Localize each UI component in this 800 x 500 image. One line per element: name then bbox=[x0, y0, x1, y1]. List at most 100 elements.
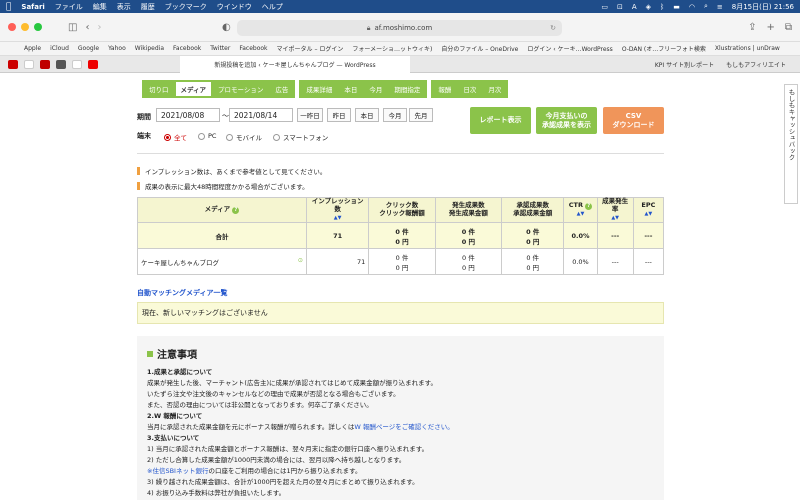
zoom-button[interactable] bbox=[34, 23, 42, 31]
quick-last-month[interactable]: 先月 bbox=[409, 108, 433, 122]
date-from-input[interactable]: 2021/08/08 bbox=[156, 108, 220, 122]
favorite-google[interactable]: Google bbox=[78, 45, 99, 52]
bluetooth-icon[interactable]: ᛒ bbox=[660, 3, 664, 11]
menu-view[interactable]: 表示 bbox=[117, 2, 131, 12]
sbi-bank-link[interactable]: ※住信SBIネット銀行 bbox=[147, 467, 208, 475]
calendar-tab-icon[interactable] bbox=[56, 59, 66, 69]
report-button[interactable]: レポート表示 bbox=[470, 107, 531, 134]
nav-result-detail[interactable]: 成果詳細 bbox=[301, 82, 338, 96]
quick-today[interactable]: 本日 bbox=[355, 108, 379, 122]
screen-icon[interactable]: ▭ bbox=[601, 3, 608, 11]
privacy-shield-icon[interactable]: ◐ bbox=[222, 22, 231, 33]
menu-safari[interactable]: Safari bbox=[21, 3, 44, 11]
help-icon[interactable]: ? bbox=[585, 203, 593, 211]
quick-yesterday[interactable]: 昨日 bbox=[327, 108, 351, 122]
reload-icon[interactable]: ↻ bbox=[550, 24, 556, 32]
window-controls bbox=[8, 23, 42, 31]
menu-bookmarks[interactable]: ブックマーク bbox=[165, 2, 207, 12]
help-icon[interactable]: ? bbox=[232, 207, 240, 214]
sort-icon[interactable]: ▲▼ bbox=[334, 215, 342, 221]
favorite-wordpress-login[interactable]: ログイン ‹ ケーキ…WordPress bbox=[527, 44, 612, 53]
nav-reward[interactable]: 報酬 bbox=[433, 82, 457, 96]
favorite-facebook-2[interactable]: Facebook bbox=[239, 45, 267, 52]
sort-icon[interactable]: ▲▼ bbox=[645, 211, 653, 217]
favorite-facebook[interactable]: Facebook bbox=[173, 45, 201, 52]
nav-monthly[interactable]: 月次 bbox=[483, 82, 507, 96]
col-impressions[interactable]: インプレッション数 ▲▼ bbox=[305, 197, 370, 223]
tab-kpi-report[interactable]: KPI サイト別レポート bbox=[655, 60, 714, 69]
control-center-icon[interactable]: ≡ bbox=[717, 3, 723, 11]
nav-promotion[interactable]: プロモーション bbox=[213, 82, 269, 96]
menu-help[interactable]: ヘルプ bbox=[262, 2, 283, 12]
expand-icon[interactable]: ⊙ bbox=[298, 257, 303, 264]
auto-matching-link[interactable]: 自動マッチングメディア一覧 bbox=[137, 288, 228, 298]
favorite-myportal[interactable]: マイポータル – ログイン bbox=[277, 44, 344, 53]
device-pc-radio[interactable]: PC bbox=[198, 132, 216, 140]
device-mobile-radio[interactable]: モバイル bbox=[226, 132, 262, 142]
new-tab-icon[interactable]: + bbox=[766, 22, 774, 33]
favorite-xlustrations[interactable]: Xlustrations | unDraw bbox=[715, 45, 780, 52]
col-clicks[interactable]: クリック数 クリック報酬額 bbox=[368, 197, 436, 223]
sort-icon[interactable]: ▲▼ bbox=[577, 211, 585, 217]
csv-download-button[interactable]: CSV ダウンロード bbox=[603, 107, 664, 134]
favorite-apple[interactable]: Apple bbox=[24, 45, 41, 52]
cashback-side-tab[interactable]: もしもキャッシュバック bbox=[784, 84, 798, 204]
favorite-onedrive[interactable]: 自分のファイル – OneDrive bbox=[441, 44, 518, 53]
apple-icon[interactable]:  bbox=[6, 2, 11, 12]
nav-daily[interactable]: 日次 bbox=[458, 82, 482, 96]
quick-day-before-yesterday[interactable]: 一昨日 bbox=[297, 108, 323, 122]
menu-edit[interactable]: 編集 bbox=[93, 2, 107, 12]
w-reward-link[interactable]: W 報酬ページをご確認ください。 bbox=[354, 423, 453, 431]
google-tab-icon[interactable] bbox=[24, 59, 34, 69]
device-all-radio[interactable]: 全て bbox=[164, 132, 187, 142]
nav-this-month[interactable]: 今月 bbox=[364, 82, 388, 96]
forward-icon[interactable]: › bbox=[97, 22, 101, 33]
menu-window[interactable]: ウインドウ bbox=[217, 2, 252, 12]
menu-history[interactable]: 履歴 bbox=[141, 2, 155, 12]
close-button[interactable] bbox=[8, 23, 16, 31]
col-cvr[interactable]: 成果発生率 ▲▼ bbox=[596, 197, 634, 223]
youtube-tab-icon[interactable] bbox=[88, 59, 98, 69]
favorite-icloud[interactable]: iCloud bbox=[50, 45, 69, 52]
rakuten-tab-icon[interactable] bbox=[40, 59, 50, 69]
col-approved[interactable]: 承認成果数 承認成果金額 bbox=[501, 197, 565, 223]
favorite-twitter[interactable]: Twitter bbox=[210, 45, 230, 52]
nav-media[interactable]: メディア bbox=[175, 82, 212, 96]
nav-period[interactable]: 期間指定 bbox=[389, 82, 426, 96]
col-media[interactable]: メディア ? bbox=[137, 197, 307, 223]
col-epc[interactable]: EPC ▲▼ bbox=[632, 197, 665, 223]
tab-wordpress[interactable]: 新規投稿を追加 ‹ ケーキ屋しんちゃんブログ — WordPress bbox=[180, 55, 410, 73]
share-icon[interactable]: ⇪ bbox=[748, 22, 756, 33]
tab-moshimo[interactable]: もしもアフィリエイト bbox=[726, 60, 786, 69]
approved-results-button[interactable]: 今月支払いの 承認成果を表示 bbox=[536, 107, 597, 134]
menu-file[interactable]: ファイル bbox=[55, 2, 83, 12]
favorite-odan[interactable]: O-DAN (オ…フリーフォト検索 bbox=[622, 44, 706, 53]
address-bar[interactable]: 🔒︎ af.moshimo.com ↻ bbox=[237, 20, 562, 36]
lock-icon[interactable]: ⊡ bbox=[617, 3, 623, 11]
quick-this-month[interactable]: 今月 bbox=[383, 108, 407, 122]
input-icon[interactable]: A bbox=[632, 3, 637, 11]
favorite-formation[interactable]: フォーメーショ…ットウィキ) bbox=[352, 44, 432, 53]
clock[interactable]: 8月15日(日) 21:56 bbox=[732, 2, 794, 12]
tab-overview-icon[interactable]: ⧉ bbox=[785, 22, 792, 33]
nav-today[interactable]: 本日 bbox=[339, 82, 363, 96]
sidebar-icon[interactable]: ◫ bbox=[68, 22, 77, 33]
minimize-button[interactable] bbox=[21, 23, 29, 31]
nav-ads[interactable]: 広告 bbox=[270, 82, 294, 96]
yahoo-tab-icon[interactable] bbox=[8, 59, 18, 69]
favorite-yahoo[interactable]: Yahoo bbox=[108, 45, 126, 52]
sort-icon[interactable]: ▲▼ bbox=[611, 215, 619, 221]
battery-icon[interactable]: ▬ bbox=[673, 3, 680, 11]
col-ctr[interactable]: CTR ? ▲▼ bbox=[563, 197, 598, 223]
menu-bar:  Safari ファイル 編集 表示 履歴 ブックマーク ウインドウ ヘルプ … bbox=[0, 0, 800, 13]
device-smartphone-radio[interactable]: スマートフォン bbox=[273, 132, 328, 142]
col-occurred[interactable]: 発生成果数 発生成果金額 bbox=[434, 197, 503, 223]
favorite-wikipedia[interactable]: Wikipedia bbox=[135, 45, 164, 52]
back-icon[interactable]: ‹ bbox=[85, 22, 89, 33]
date-to-input[interactable]: 2021/08/14 bbox=[229, 108, 293, 122]
amazon-tab-icon[interactable] bbox=[72, 59, 82, 69]
nav-cut[interactable]: 切り口 bbox=[144, 82, 174, 96]
wifi-icon[interactable]: ◠ bbox=[689, 3, 695, 11]
dropbox-icon[interactable]: ◈ bbox=[646, 3, 651, 11]
search-icon[interactable]: ⌕ bbox=[704, 2, 708, 11]
